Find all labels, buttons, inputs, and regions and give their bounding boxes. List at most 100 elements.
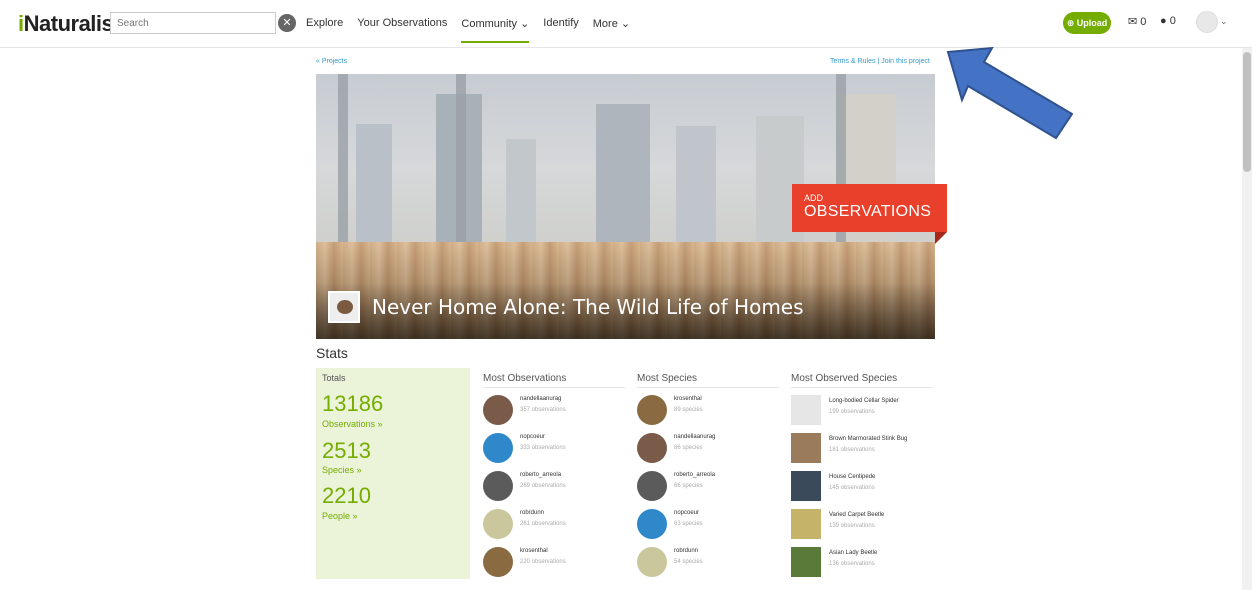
species-total[interactable]: 2513	[322, 438, 371, 464]
nav-more-label: More	[592, 18, 618, 30]
user-count: 220 observations	[520, 559, 566, 565]
species-name[interactable]: Varied Carpet Beetle	[829, 512, 884, 518]
observations-total[interactable]: 13186	[322, 391, 383, 417]
most-observed-species-heading: Most Observed Species	[791, 373, 933, 388]
user-name[interactable]: nopcoeur	[674, 510, 699, 516]
nav-more[interactable]: More ⌄	[593, 17, 630, 43]
user-name[interactable]: krosenthal	[520, 548, 548, 554]
pointer-arrow-icon	[946, 46, 1074, 140]
species-photo[interactable]	[791, 547, 821, 577]
project-icon	[328, 291, 360, 323]
species-name[interactable]: Long-bodied Cellar Spider	[829, 398, 899, 404]
user-name[interactable]: roberto_arreola	[520, 472, 561, 478]
user-name[interactable]: nandellaanurag	[674, 434, 715, 440]
species-observation-count: 139 observations	[829, 523, 875, 529]
user-avatar[interactable]	[637, 395, 667, 425]
user-count: 89 species	[674, 407, 703, 413]
nav-community[interactable]: Community ⌄	[461, 17, 530, 43]
species-photo[interactable]	[791, 471, 821, 501]
user-count: 269 observations	[520, 483, 566, 489]
species-row[interactable]: House Centipede 145 observations	[791, 471, 933, 505]
user-avatar[interactable]	[1196, 11, 1218, 33]
species-name[interactable]: Brown Marmorated Stink Bug	[829, 436, 907, 442]
people-link[interactable]: People »	[322, 511, 358, 521]
notifications-button[interactable]: ● 0	[1160, 15, 1176, 27]
species-photo[interactable]	[791, 395, 821, 425]
user-row[interactable]: roberto_arreola 66 species	[637, 471, 779, 505]
user-avatar[interactable]	[483, 395, 513, 425]
species-observation-count: 199 observations	[829, 409, 875, 415]
add-observations-button[interactable]: ADD OBSERVATIONS	[792, 184, 947, 232]
user-avatar[interactable]	[483, 433, 513, 463]
banner-building	[596, 104, 650, 244]
species-photo[interactable]	[791, 509, 821, 539]
window-frame	[456, 74, 466, 244]
page-scrollbar[interactable]	[1242, 48, 1252, 590]
user-count: 54 species	[674, 559, 703, 565]
nav-identify[interactable]: Identify	[543, 17, 578, 43]
scroll-thumb[interactable]	[1243, 52, 1251, 172]
user-name[interactable]: krosenthal	[674, 396, 702, 402]
chevron-down-icon: ⌄	[617, 18, 631, 30]
species-link[interactable]: Species »	[322, 465, 362, 475]
species-name[interactable]: House Centipede	[829, 474, 875, 480]
user-row[interactable]: krosenthal 220 observations	[483, 547, 625, 581]
join-project-link[interactable]: Join this project	[881, 58, 930, 65]
terms-rules-link[interactable]: Terms & Rules	[830, 58, 876, 65]
user-row[interactable]: robrdunn 261 observations	[483, 509, 625, 543]
user-name[interactable]: robrdunn	[674, 548, 698, 554]
user-avatar[interactable]	[483, 471, 513, 501]
user-row[interactable]: nandellaanurag 357 observations	[483, 395, 625, 429]
spider-icon	[337, 300, 353, 314]
user-row[interactable]: krosenthal 89 species	[637, 395, 779, 429]
most-observations-heading: Most Observations	[483, 373, 625, 388]
species-row[interactable]: Varied Carpet Beetle 139 observations	[791, 509, 933, 543]
chevron-down-icon[interactable]: ⌄	[1220, 16, 1228, 27]
user-row[interactable]: nopcoeur 333 observations	[483, 433, 625, 467]
projects-breadcrumb[interactable]: « Projects	[316, 58, 347, 65]
user-row[interactable]: nandellaanurag 86 species	[637, 433, 779, 467]
user-avatar[interactable]	[637, 433, 667, 463]
user-name[interactable]: nopcoeur	[520, 434, 545, 440]
banner-building	[506, 139, 536, 244]
totals-panel: Totals 13186 Observations » 2513 Species…	[316, 368, 470, 579]
user-avatar[interactable]	[637, 471, 667, 501]
search-input[interactable]	[110, 12, 276, 34]
user-avatar[interactable]	[483, 547, 513, 577]
messages-button[interactable]: ✉ 0	[1128, 15, 1146, 28]
project-links: Terms & Rules | Join this project	[830, 58, 930, 65]
species-row[interactable]: Asian Lady Beetle 136 observations	[791, 547, 933, 581]
upload-button[interactable]: ⊕ Upload	[1063, 12, 1111, 34]
user-name[interactable]: robrdunn	[520, 510, 544, 516]
search-clear-icon[interactable]: ✕	[278, 14, 296, 32]
user-avatar[interactable]	[637, 547, 667, 577]
user-row[interactable]: robrdunn 54 species	[637, 547, 779, 581]
user-name[interactable]: roberto_arreola	[674, 472, 715, 478]
species-observation-count: 181 observations	[829, 447, 875, 453]
species-row[interactable]: Brown Marmorated Stink Bug 181 observatio…	[791, 433, 933, 467]
chevron-down-icon: ⌄	[517, 18, 530, 30]
species-observation-count: 136 observations	[829, 561, 875, 567]
notifications-count: 0	[1169, 15, 1176, 27]
user-name[interactable]: nandellaanurag	[520, 396, 561, 402]
species-row[interactable]: Long-bodied Cellar Spider 199 observation…	[791, 395, 933, 429]
ribbon-fold	[935, 232, 947, 244]
species-observation-count: 145 observations	[829, 485, 875, 491]
add-observations-line2: OBSERVATIONS	[804, 203, 932, 220]
stats-title: Stats	[316, 345, 348, 361]
species-name[interactable]: Asian Lady Beetle	[829, 550, 877, 556]
inaturalist-logo[interactable]: iNaturalist	[18, 11, 121, 37]
nav-your-observations[interactable]: Your Observations	[357, 17, 447, 43]
people-total[interactable]: 2210	[322, 483, 371, 509]
plus-circle-icon: ⊕	[1066, 18, 1077, 28]
observations-link[interactable]: Observations »	[322, 419, 383, 429]
user-row[interactable]: nopcoeur 63 species	[637, 509, 779, 543]
add-observations-line1: ADD	[804, 193, 824, 203]
messages-count: 0	[1140, 16, 1147, 28]
nav-explore[interactable]: Explore	[306, 17, 343, 43]
user-row[interactable]: roberto_arreola 269 observations	[483, 471, 625, 505]
species-photo[interactable]	[791, 433, 821, 463]
user-avatar[interactable]	[483, 509, 513, 539]
user-avatar[interactable]	[637, 509, 667, 539]
user-count: 66 species	[674, 483, 703, 489]
